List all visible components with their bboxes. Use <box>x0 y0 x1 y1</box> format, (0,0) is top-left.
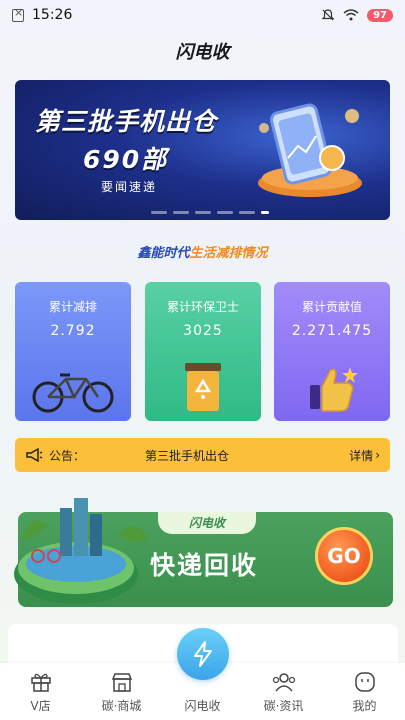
recycle-tag: 闪电收 <box>158 512 256 534</box>
tab-label: V店 <box>30 699 51 713</box>
sim-icon <box>12 6 24 22</box>
tab-carbon-news[interactable]: 碳·资讯 <box>249 671 319 714</box>
notice-message: 第三批手机出仓 <box>145 448 230 463</box>
banner-subtitle: 要闻速递 <box>101 180 158 194</box>
lightning-fab[interactable] <box>177 628 229 680</box>
express-recycle-banner[interactable]: 闪电收 快递回收 GO <box>8 490 398 612</box>
promo-banner[interactable]: 第三批手机出仓 690部 要闻速递 <box>15 80 390 220</box>
stat-value: 2.271.475 <box>291 323 373 339</box>
banner-count: 690部 <box>83 145 169 174</box>
wifi-icon <box>343 9 359 21</box>
status-time: 15:26 <box>32 7 73 23</box>
mute-bell-icon <box>321 9 335 21</box>
tab-label: 我的 <box>352 699 377 713</box>
megaphone-icon <box>26 447 43 463</box>
stat-label: 累计环保卫士 <box>166 300 239 314</box>
recycle-title: 快递回收 <box>150 551 259 580</box>
recycle-bin-icon <box>185 363 221 411</box>
stat-value: 2.792 <box>50 323 96 339</box>
stat-card-guardians[interactable]: 累计环保卫士 3025 <box>145 282 261 421</box>
stat-card-contribution[interactable]: 累计贡献值 2.271.475 <box>274 282 390 421</box>
tab-carbon-mall[interactable]: 碳·商城 <box>87 671 157 714</box>
lightning-icon <box>194 641 212 667</box>
bicycle-icon <box>32 373 114 413</box>
stat-label: 累计减排 <box>48 300 97 314</box>
stat-label: 累计贡献值 <box>301 300 362 314</box>
status-bar: 15:26 97 <box>0 0 405 30</box>
notice-detail-link[interactable]: 详情 › <box>349 447 380 464</box>
notice-label: 公告： <box>49 448 86 463</box>
notice-bar[interactable]: 公告： 第三批手机出仓 详情 › <box>15 438 390 472</box>
section-title-part2: 生活减排情况 <box>189 246 268 261</box>
stat-card-emission[interactable]: 累计减排 2.792 <box>15 282 131 421</box>
section-title-part1: 鑫能时代 <box>137 246 190 261</box>
banner-pagination[interactable] <box>151 211 269 214</box>
tab-label: 碳·资讯 <box>263 699 304 713</box>
tab-me[interactable]: 我的 <box>330 671 400 714</box>
go-button[interactable]: GO <box>315 527 373 585</box>
page-title: 闪电收 <box>175 42 230 63</box>
chevron-right-icon: › <box>375 448 380 462</box>
tab-label: 闪电收 <box>184 699 221 713</box>
banner-title: 第三批手机出仓 <box>35 107 218 136</box>
people-icon <box>272 673 295 692</box>
eco-globe-icon <box>14 498 148 604</box>
face-icon <box>354 672 375 692</box>
battery-indicator: 97 <box>367 8 393 22</box>
thumbs-up-icon <box>310 367 358 412</box>
stat-value: 3025 <box>183 323 223 339</box>
section-title: 鑫能时代生活减排情况 <box>0 242 405 261</box>
notice-detail-label: 详情 <box>349 448 374 463</box>
phone-illustration-icon <box>258 103 362 197</box>
tab-v-store[interactable]: V店 <box>6 671 76 714</box>
store-icon <box>111 673 132 692</box>
tab-label: 碳·商城 <box>101 699 142 713</box>
gift-icon <box>30 673 51 692</box>
